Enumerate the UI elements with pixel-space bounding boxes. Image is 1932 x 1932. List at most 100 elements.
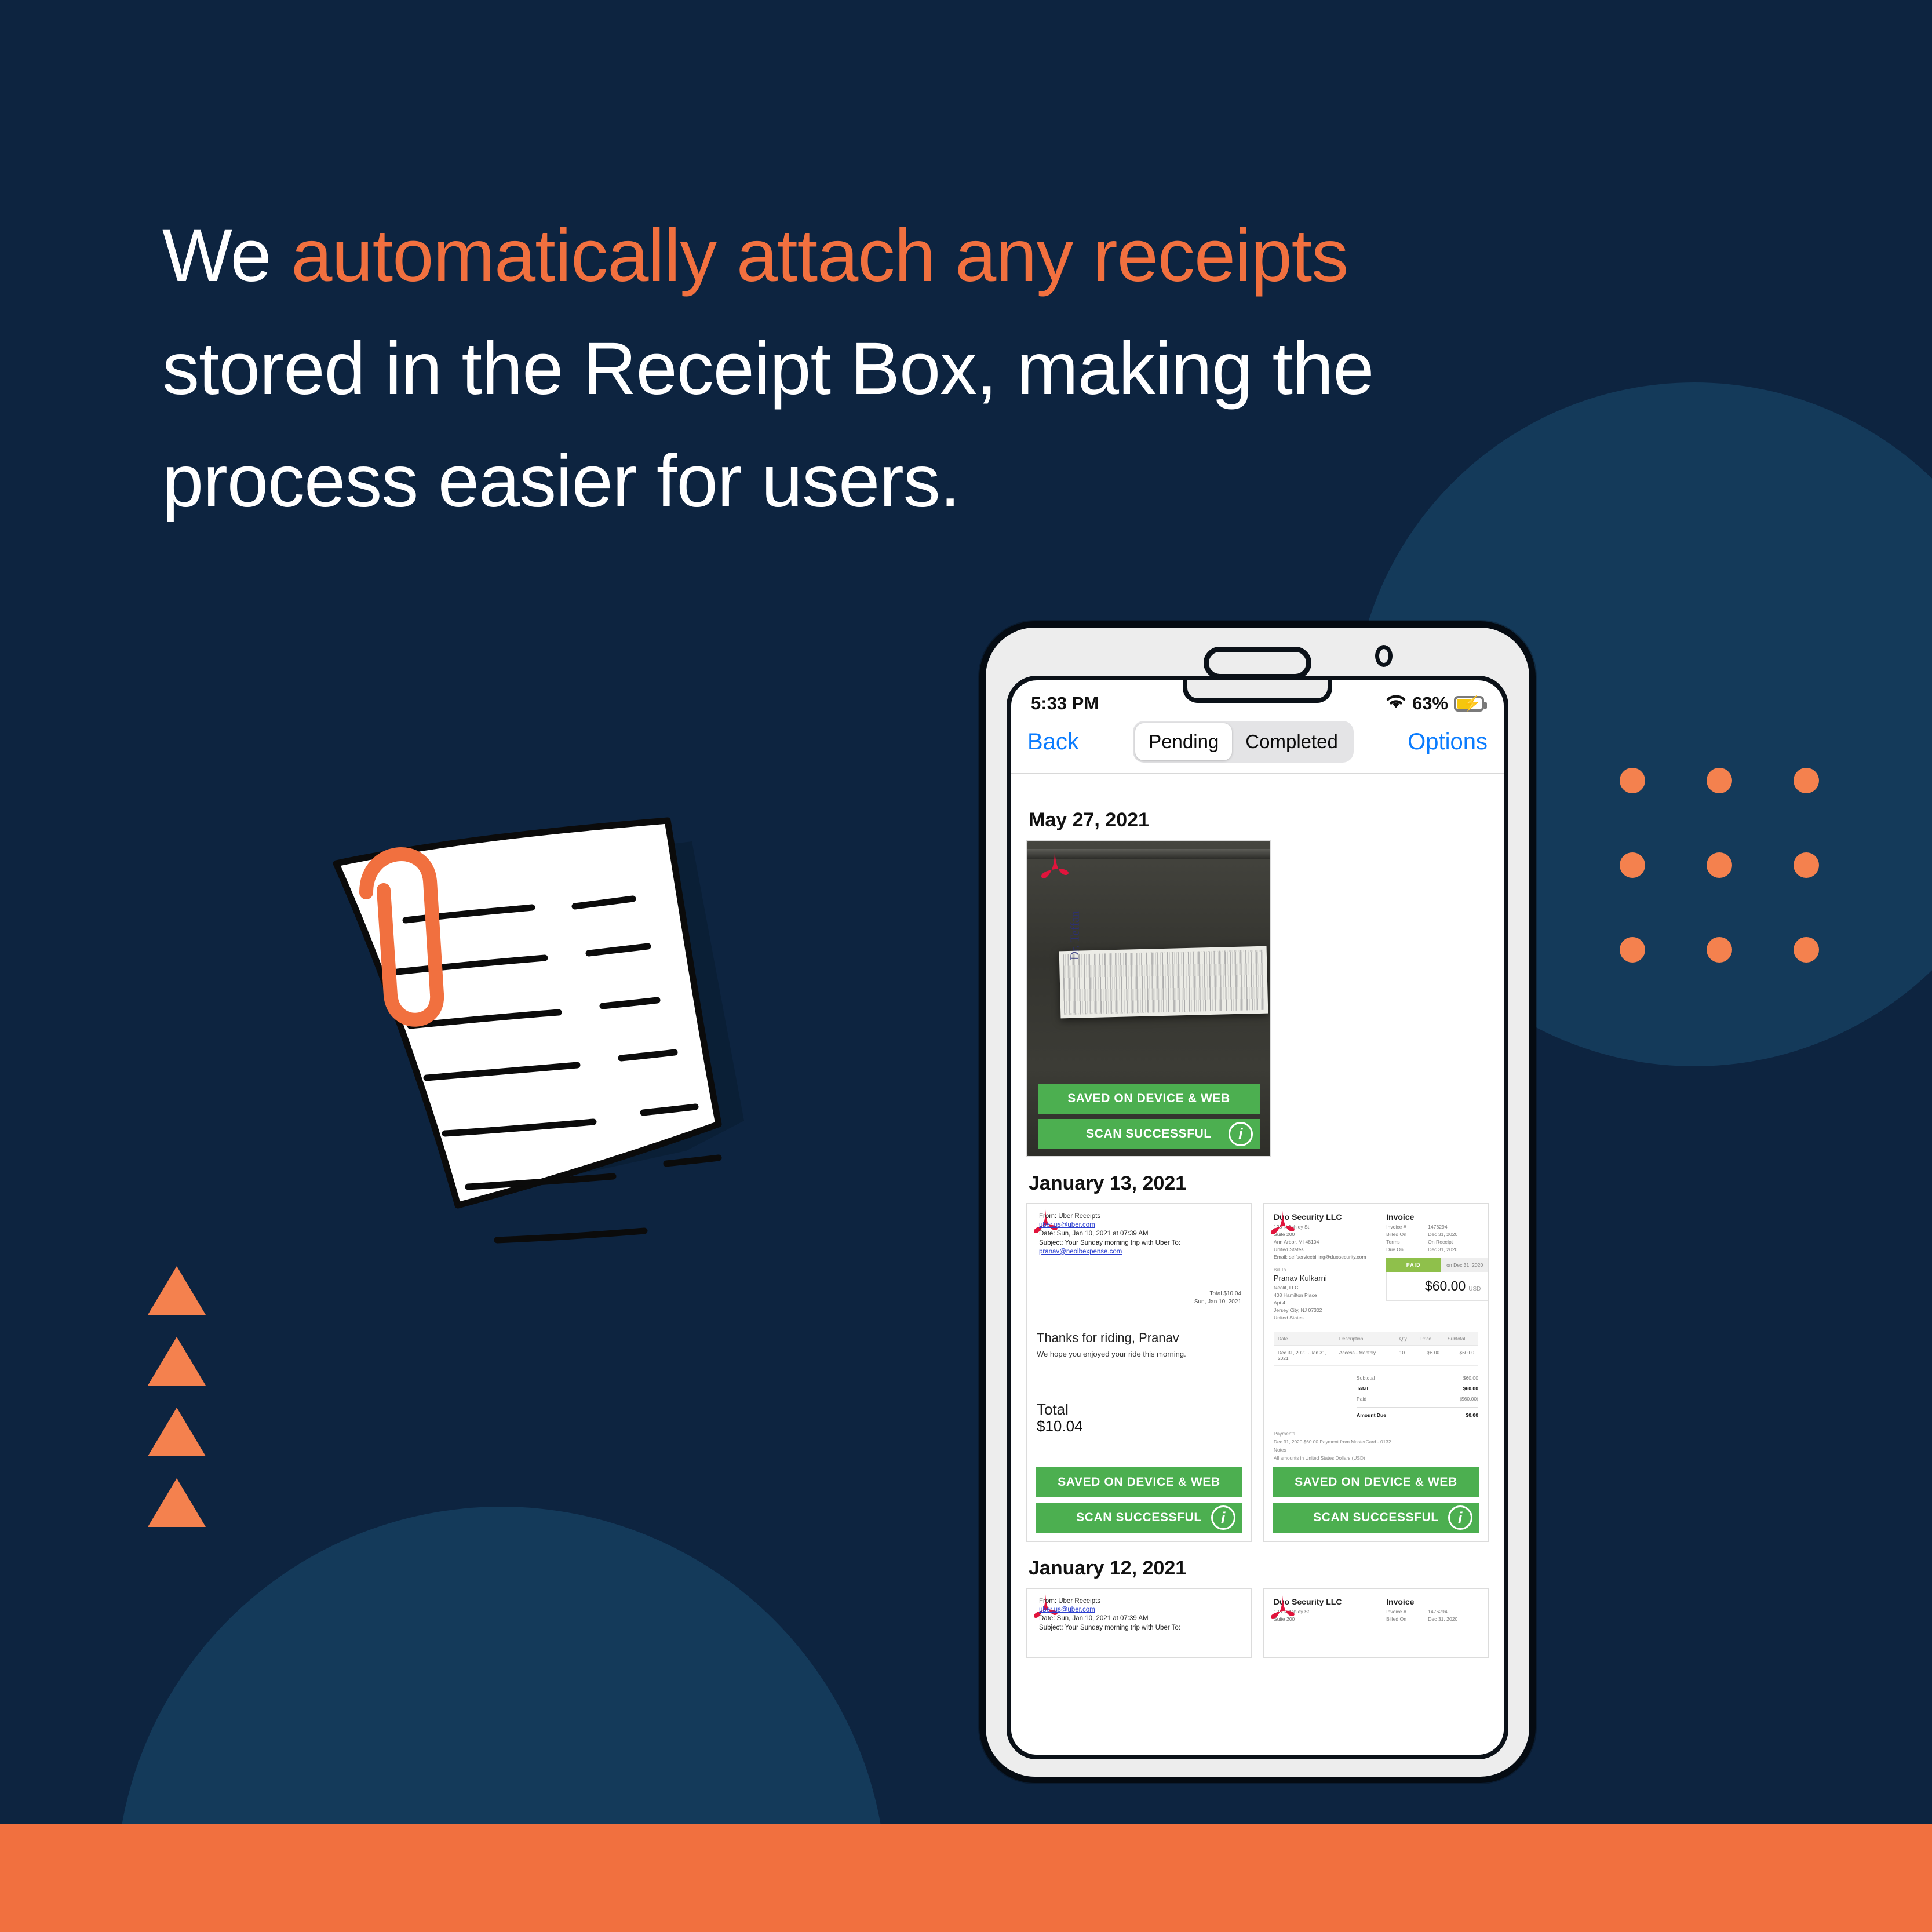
triangle-3	[148, 1408, 206, 1456]
summary-label-0: Subtotal	[1357, 1375, 1375, 1381]
card-row-2: From: Uber Receipts uber.us@uber.com Dat…	[1026, 1588, 1489, 1658]
table-header-row: Date Description Qty Price Subtotal	[1274, 1332, 1478, 1346]
receipt-card-invoice[interactable]: Duo Security LLC 123 N Ashley St. Suite …	[1263, 1203, 1489, 1542]
td-price: $6.00	[1416, 1345, 1444, 1366]
uber-total-amount: $10.04	[1037, 1417, 1083, 1435]
pdf-icon	[1041, 851, 1069, 878]
options-button[interactable]: Options	[1408, 729, 1488, 755]
invoice-currency: USD	[1468, 1286, 1481, 1292]
td-qty: 10	[1395, 1345, 1417, 1366]
meta-value-2: On Receipt	[1428, 1239, 1453, 1245]
invoice-title: Invoice	[1386, 1597, 1415, 1606]
receipt-card-invoice-partial[interactable]: Duo Security LLC 123 N Ashley St. Suite …	[1263, 1588, 1489, 1658]
battery-percent: 63%	[1412, 693, 1448, 713]
td-date: Dec 31, 2020 - Jan 31, 2021	[1274, 1345, 1335, 1366]
table-row: Dec 31, 2020 - Jan 31, 2021 Access - Mon…	[1274, 1345, 1478, 1366]
td-description: Access - Monthly	[1335, 1345, 1395, 1366]
dot-4	[1620, 852, 1645, 878]
scan-status-button[interactable]: SCAN SUCCESSFUL i	[1273, 1503, 1479, 1533]
back-button[interactable]: Back	[1027, 729, 1079, 755]
decorative-triangle-group	[148, 1266, 206, 1549]
uber-subject-line: Subject: Your Sunday morning trip with U…	[1039, 1624, 1180, 1631]
summary-value-1: $60.00	[1463, 1385, 1478, 1391]
navigation-bar: Back Pending Completed Options	[1011, 719, 1504, 774]
receipt-card-uber[interactable]: From: Uber Receipts uber.us@uber.com Dat…	[1026, 1203, 1252, 1542]
meta-value-3: Dec 31, 2020	[1428, 1246, 1458, 1252]
segmented-control[interactable]: Pending Completed	[1133, 721, 1354, 763]
dot-3	[1794, 768, 1819, 793]
uber-thanks-heading: Thanks for riding, Pranav	[1037, 1330, 1179, 1345]
receipt-feed[interactable]: May 27, 2021 Dr. Teffan SAVED ON DEVICE …	[1011, 794, 1504, 1755]
uber-to-email[interactable]: pranav@neolbexpense.com	[1039, 1248, 1122, 1255]
th-date: Date	[1274, 1332, 1335, 1346]
invoice-document: Duo Security LLC 123 N Ashley St. Suite …	[1264, 1204, 1488, 1467]
paid-date: on Dec 31, 2020	[1441, 1258, 1488, 1272]
uber-from-email[interactable]: uber.us@uber.com	[1039, 1606, 1095, 1613]
td-subtotal: $60.00	[1443, 1345, 1478, 1366]
dot-2	[1707, 768, 1732, 793]
headline-line3: process easier for users.	[162, 440, 960, 523]
info-icon[interactable]: i	[1211, 1505, 1235, 1530]
uber-from-line: From: Uber Receipts	[1039, 1598, 1101, 1605]
meta-value-1: Dec 31, 2020	[1428, 1231, 1458, 1237]
tab-pending[interactable]: Pending	[1135, 723, 1233, 760]
uber-total-small-date: Sun, Jan 10, 2021	[1194, 1298, 1241, 1305]
bill-to-line-5: United States	[1274, 1315, 1304, 1321]
summary-label-1: Total	[1357, 1385, 1368, 1391]
uber-thanks-sub: We hope you enjoyed your ride this morni…	[1037, 1349, 1186, 1358]
company-email: Email: selfservicebilling@duosecurity.co…	[1274, 1253, 1366, 1260]
card-row-0: Dr. Teffan SAVED ON DEVICE & WEB SCAN SU…	[1026, 840, 1489, 1157]
info-icon[interactable]: i	[1448, 1505, 1472, 1530]
uber-card-status-buttons: SAVED ON DEVICE & WEB SCAN SUCCESSFUL i	[1036, 1467, 1242, 1533]
bill-to-address: Neolit, LLC 403 Hamilton Place Apt 4 Jer…	[1274, 1284, 1380, 1321]
scan-status-button[interactable]: SCAN SUCCESSFUL i	[1038, 1119, 1260, 1149]
date-header-1: January 13, 2021	[1029, 1172, 1187, 1194]
invoice-paid-box: PAID on Dec 31, 2020 $60.00 USD	[1386, 1258, 1488, 1301]
bill-to-name: Pranav Kulkarni	[1274, 1274, 1327, 1283]
photographed-receipt: Dr. Teffan	[1059, 911, 1268, 1019]
dot-6	[1794, 852, 1819, 878]
scan-status-label: SCAN SUCCESSFUL	[1086, 1127, 1212, 1140]
triangle-4	[148, 1478, 206, 1527]
dot-7	[1620, 937, 1645, 963]
th-description: Description	[1335, 1332, 1395, 1346]
headline-line1-plain: We	[162, 214, 291, 297]
company-address-line-3: Ann Arbor, MI 48104	[1274, 1238, 1319, 1245]
invoice-meta-partial: Invoice # 1476294 Billed On Dec 31, 2020	[1386, 1609, 1478, 1622]
amount-due-value: $0.00	[1466, 1412, 1478, 1418]
uber-receipt-document: From: Uber Receipts uber.us@uber.com Dat…	[1027, 1204, 1251, 1467]
phone-screen: 5:33 PM 63% ⚡ Back Pending Completed Opt…	[1007, 676, 1508, 1759]
invoice-title: Invoice	[1386, 1212, 1415, 1222]
summary-value-2: ($60.00)	[1459, 1395, 1478, 1402]
uber-from-line: From: Uber Receipts	[1039, 1213, 1101, 1220]
footer-accent-bar	[0, 1824, 1932, 1932]
th-price: Price	[1416, 1332, 1444, 1346]
dot-8	[1707, 937, 1732, 963]
uber-receipt-document-partial: From: Uber Receipts uber.us@uber.com Dat…	[1027, 1589, 1251, 1657]
info-icon[interactable]: i	[1229, 1122, 1253, 1146]
headline-line2: stored in the Receipt Box, making the	[162, 327, 1374, 410]
front-camera-icon	[1375, 645, 1393, 667]
payments-line: Dec 31, 2020 $60.00 Payment from MasterC…	[1274, 1439, 1391, 1445]
tab-completed[interactable]: Completed	[1232, 723, 1351, 760]
bill-to-line-1: Neolit, LLC	[1274, 1285, 1299, 1291]
invoice-line-items-table: Date Description Qty Price Subtotal Dec …	[1274, 1332, 1478, 1366]
bill-to-line-3: Apt 4	[1274, 1300, 1286, 1306]
uber-email-header-partial: From: Uber Receipts uber.us@uber.com Dat…	[1037, 1597, 1241, 1632]
receipt-card-photo[interactable]: Dr. Teffan SAVED ON DEVICE & WEB SCAN SU…	[1026, 840, 1271, 1157]
uber-total-small-amount: Total $10.04	[1209, 1290, 1242, 1297]
lightning-bolt-icon: ⚡	[1463, 695, 1482, 712]
meta-label-3: Due On	[1386, 1246, 1404, 1252]
slide-canvas: We automatically attach any receipts sto…	[0, 0, 1932, 1932]
receipt-card-uber-partial[interactable]: From: Uber Receipts uber.us@uber.com Dat…	[1026, 1588, 1252, 1658]
document-illustration	[313, 777, 858, 1286]
scan-status-button[interactable]: SCAN SUCCESSFUL i	[1036, 1503, 1242, 1533]
invoice-paid-amount: $60.00	[1424, 1278, 1466, 1293]
pdf-icon	[1270, 1211, 1295, 1235]
battery-charging-icon: ⚡	[1454, 695, 1487, 712]
uber-from-email[interactable]: uber.us@uber.com	[1039, 1222, 1095, 1229]
meta-label-2: Terms	[1386, 1239, 1400, 1245]
status-time: 5:33 PM	[1031, 693, 1099, 713]
card-row-1: From: Uber Receipts uber.us@uber.com Dat…	[1026, 1203, 1489, 1542]
bill-to-line-4: Jersey City, NJ 07302	[1274, 1307, 1322, 1314]
